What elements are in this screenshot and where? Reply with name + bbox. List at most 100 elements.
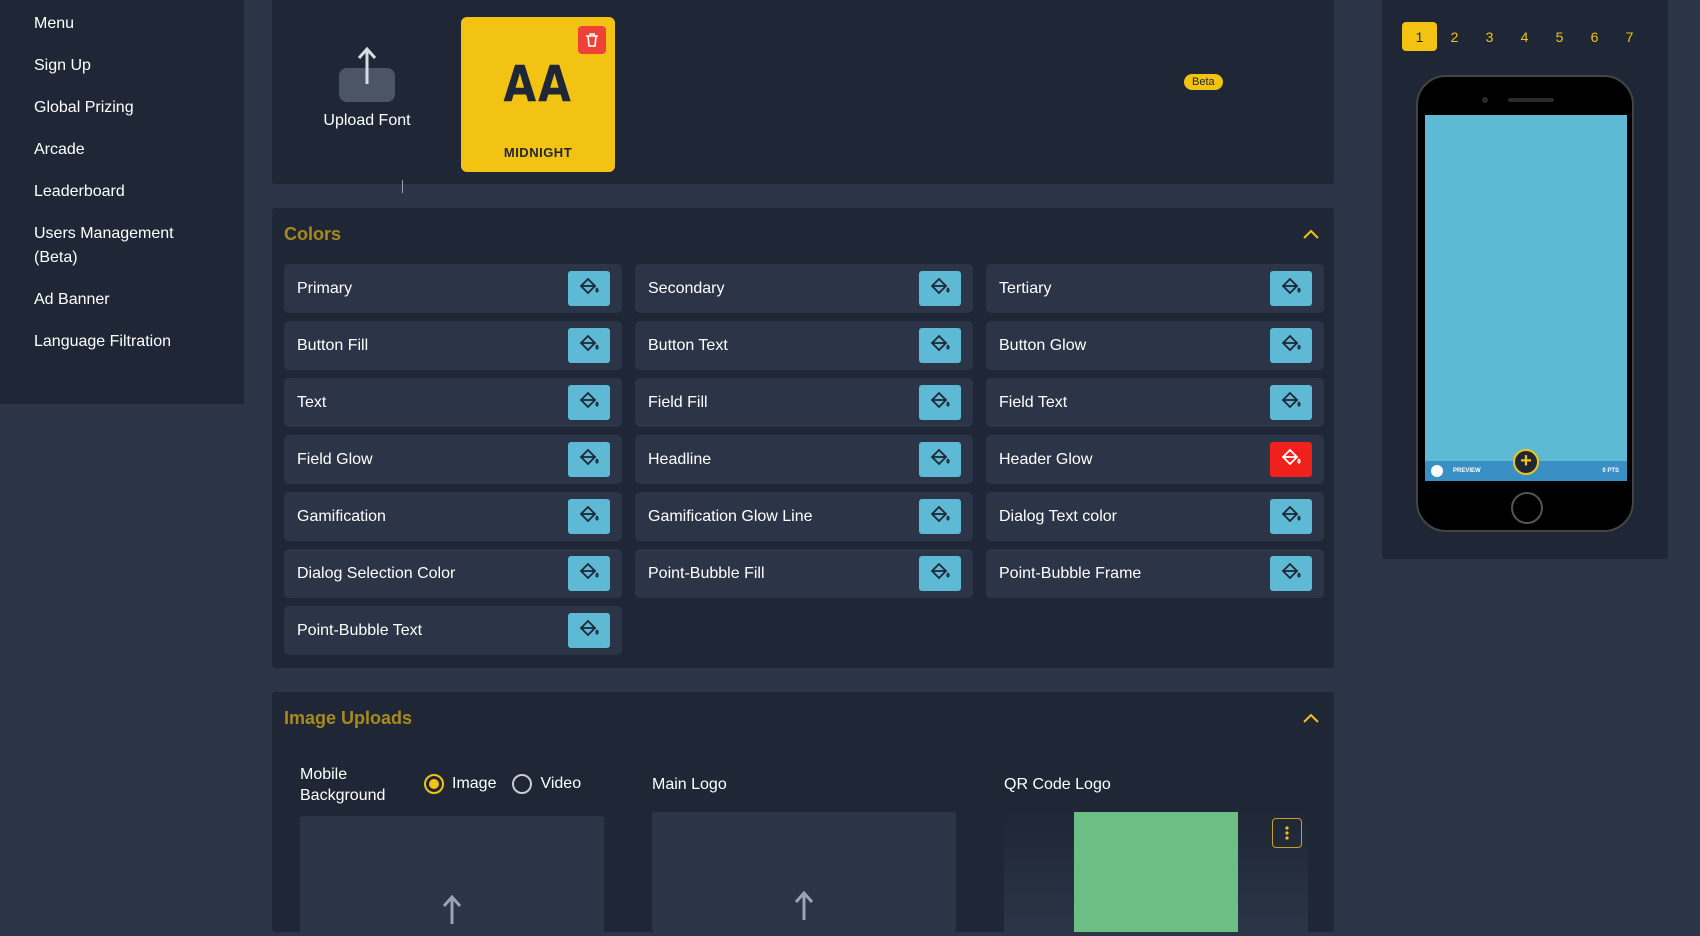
color-row-headline: Headline	[635, 435, 973, 484]
kebab-icon	[1285, 826, 1289, 840]
radio-video-dot	[512, 774, 533, 794]
sidebar-item-ad-banner[interactable]: Ad Banner	[0, 288, 244, 312]
color-picker-button[interactable]	[919, 556, 961, 591]
color-row-point-bubble-frame: Point-Bubble Frame	[986, 549, 1324, 598]
paint-bucket-icon	[578, 391, 600, 414]
color-picker-button[interactable]	[568, 442, 610, 477]
page-3[interactable]: 3	[1472, 22, 1507, 51]
main-logo-dropzone[interactable]	[652, 812, 956, 932]
color-row-secondary: Secondary	[635, 264, 973, 313]
preview-label: PREVIEW	[1453, 468, 1481, 474]
preview-panel: 1234567 PREVIEW + 0 PTS	[1382, 0, 1668, 559]
color-picker-button[interactable]	[919, 385, 961, 420]
font-name: MIDNIGHT	[503, 145, 573, 160]
paint-bucket-icon	[1280, 391, 1302, 414]
color-label: Dialog Selection Color	[297, 564, 456, 582]
color-picker-button[interactable]	[568, 613, 610, 648]
color-label: Gamification Glow Line	[648, 507, 813, 525]
color-row-gamification-glow-line: Gamification Glow Line	[635, 492, 973, 541]
paint-bucket-icon	[578, 334, 600, 357]
color-label: Point-Bubble Text	[297, 621, 423, 639]
color-label: Text	[297, 393, 327, 411]
chevron-up-icon[interactable]	[1302, 228, 1320, 240]
color-label: Field Fill	[648, 393, 708, 411]
color-label: Gamification	[297, 507, 386, 525]
color-picker-button[interactable]	[1270, 385, 1312, 420]
phone-camera	[1482, 97, 1488, 103]
color-row-dialog-text-color: Dialog Text color	[986, 492, 1324, 541]
color-label: Headline	[648, 450, 712, 468]
color-picker-button[interactable]	[919, 271, 961, 306]
preview-pager: 1234567	[1402, 22, 1647, 51]
color-picker-button[interactable]	[1270, 556, 1312, 591]
paint-bucket-icon	[929, 391, 951, 414]
more-options-button[interactable]	[1272, 818, 1302, 848]
delete-font-button[interactable]	[578, 26, 606, 54]
radio-image[interactable]: Image	[424, 774, 496, 794]
color-picker-button[interactable]	[919, 328, 961, 363]
color-row-field-fill: Field Fill	[635, 378, 973, 427]
color-row-header-glow: Header Glow	[986, 435, 1324, 484]
color-picker-button[interactable]	[1270, 328, 1312, 363]
page-4[interactable]: 4	[1507, 22, 1542, 51]
color-label: Button Glow	[999, 336, 1087, 354]
color-label: Dialog Text color	[999, 507, 1117, 525]
color-picker-button[interactable]	[568, 556, 610, 591]
page-6[interactable]: 6	[1577, 22, 1612, 51]
color-picker-button[interactable]	[919, 442, 961, 477]
paint-bucket-icon	[578, 448, 600, 471]
paint-bucket-icon	[929, 505, 951, 528]
phone-home-button	[1511, 492, 1543, 524]
color-picker-button[interactable]	[568, 328, 610, 363]
color-label: Field Text	[999, 393, 1068, 411]
paint-bucket-icon	[1280, 334, 1302, 357]
color-picker-button[interactable]	[919, 499, 961, 534]
sidebar-item-leaderboard[interactable]: Leaderboard	[0, 180, 244, 204]
paint-bucket-icon	[929, 277, 951, 300]
qr-code-logo-label: QR Code Logo	[1004, 776, 1111, 793]
radio-video[interactable]: Video	[512, 774, 581, 794]
image-uploads-panel: Image Uploads Mobile Background Image Vi…	[272, 692, 1334, 936]
color-picker-button[interactable]	[568, 271, 610, 306]
color-picker-button[interactable]	[1270, 271, 1312, 306]
color-row-point-bubble-fill: Point-Bubble Fill	[635, 549, 973, 598]
color-label: Header Glow	[999, 450, 1093, 468]
paint-bucket-icon	[1280, 448, 1302, 471]
paint-bucket-icon	[929, 334, 951, 357]
font-card-midnight[interactable]: AA MIDNIGHT	[461, 17, 615, 172]
media-type-radio: Image Video	[424, 774, 581, 794]
color-grid: Primary Secondary Tertiary Button Fill Butto…	[284, 264, 1324, 655]
color-label: Button Text	[648, 336, 728, 354]
sidebar-item-menu[interactable]: Menu	[0, 12, 244, 36]
sidebar-item-users-management[interactable]: Users Management (Beta)	[0, 222, 210, 270]
chevron-up-icon[interactable]	[1302, 712, 1320, 724]
page-5[interactable]: 5	[1542, 22, 1577, 51]
sidebar-item-language-filtration[interactable]: Language Filtration	[0, 330, 244, 354]
color-picker-button[interactable]	[1270, 442, 1312, 477]
mobile-background-dropzone[interactable]	[300, 816, 604, 936]
upload-font-button[interactable]: Upload Font	[307, 46, 427, 130]
colors-title: Colors	[284, 224, 342, 244]
phone-speaker	[1508, 98, 1554, 102]
page-2[interactable]: 2	[1437, 22, 1472, 51]
color-picker-button[interactable]	[1270, 499, 1312, 534]
paint-bucket-icon	[929, 448, 951, 471]
color-row-button-glow: Button Glow	[986, 321, 1324, 370]
sidebar-item-arcade[interactable]: Arcade	[0, 138, 244, 162]
plus-icon[interactable]: +	[1513, 449, 1539, 475]
color-picker-button[interactable]	[568, 499, 610, 534]
color-row-field-text: Field Text	[986, 378, 1324, 427]
upload-arrow-icon	[794, 890, 814, 920]
sidebar-item-global-prizing[interactable]: Global Prizing	[0, 96, 244, 120]
color-picker-button[interactable]	[568, 385, 610, 420]
color-label: Field Glow	[297, 450, 373, 468]
sidebar-item-sign-up[interactable]: Sign Up	[0, 54, 244, 78]
fonts-panel: Upload Font AA MIDNIGHT Beta	[272, 0, 1334, 193]
page-7[interactable]: 7	[1612, 22, 1647, 51]
qr-code-logo-preview[interactable]	[1004, 812, 1308, 932]
color-label: Button Fill	[297, 336, 369, 354]
page-1[interactable]: 1	[1402, 22, 1437, 51]
phone-preview: PREVIEW + 0 PTS	[1416, 75, 1634, 532]
paint-bucket-icon	[578, 619, 600, 642]
colors-panel: Colors Primary Secondary Tertiary Button Fi…	[272, 208, 1334, 668]
